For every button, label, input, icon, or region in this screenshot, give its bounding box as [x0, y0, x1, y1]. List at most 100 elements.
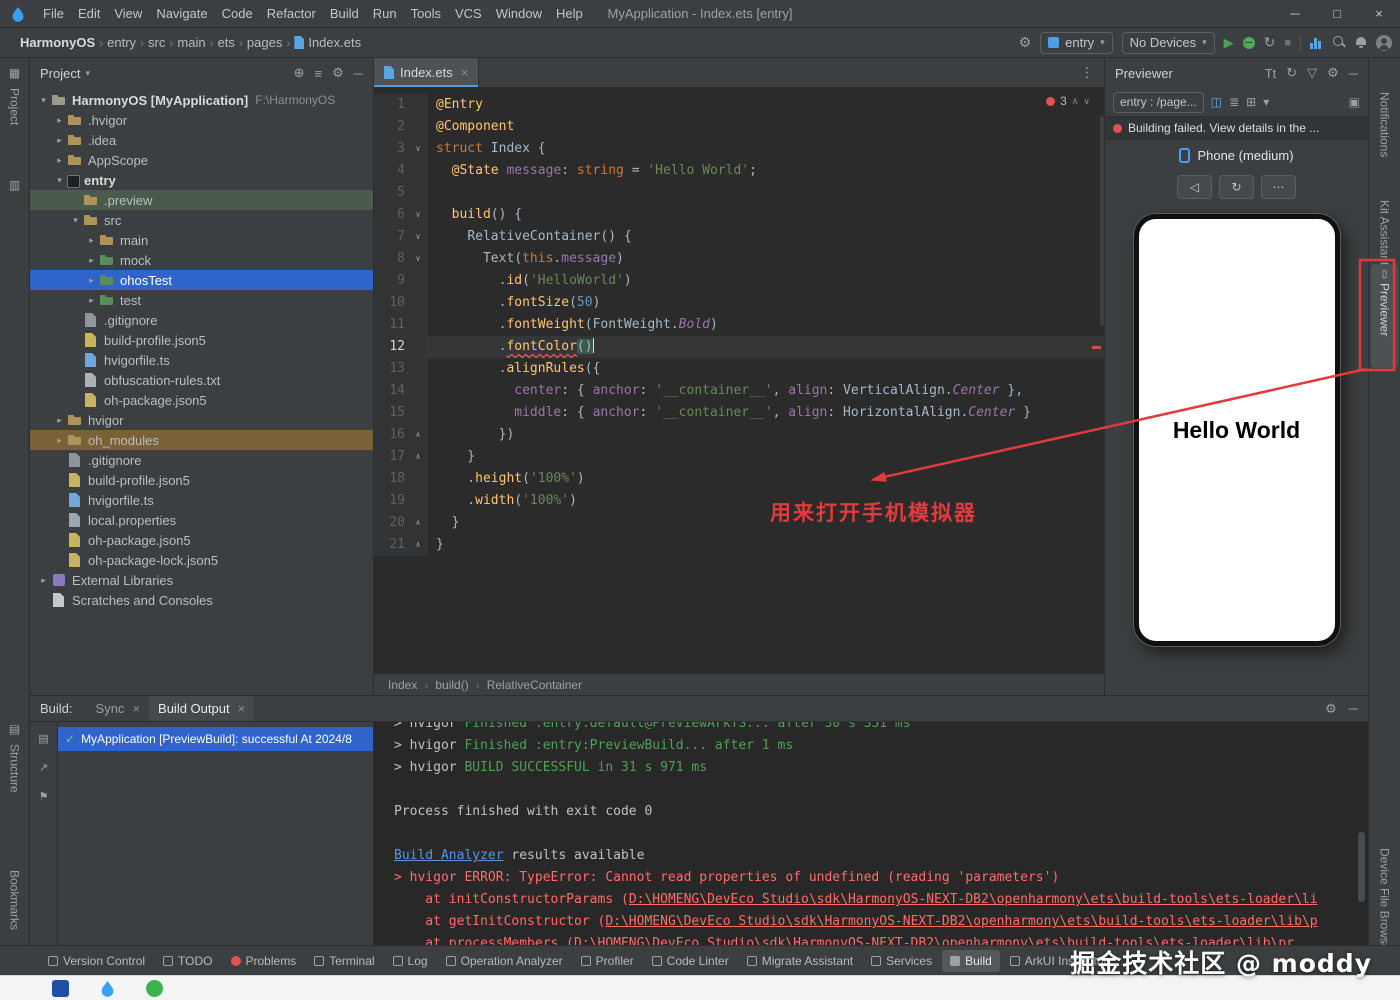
layers-icon[interactable]: ≣ — [1229, 95, 1239, 109]
tree-item-scratches-and-consoles[interactable]: Scratches and Consoles — [30, 590, 373, 610]
tree-toggle-icon[interactable]: ▸ — [52, 435, 67, 446]
tree-item-idea[interactable]: ▸ .idea — [30, 130, 373, 150]
structure-stripe-button[interactable]: Structure — [8, 744, 22, 793]
tree-toggle-icon[interactable]: ▸ — [52, 115, 67, 126]
status-terminal[interactable]: Terminal — [306, 950, 382, 972]
avatar[interactable] — [1376, 34, 1392, 51]
menu-view[interactable]: View — [107, 6, 149, 21]
tree-item-local-properties[interactable]: local.properties — [30, 510, 373, 530]
structure-strip-icon[interactable]: ▤ — [9, 722, 20, 736]
code-line-12[interactable]: 12 .fontColor() — [374, 336, 1104, 358]
code-line-2[interactable]: 2 @Component — [374, 116, 1104, 138]
tree-item-oh-modules[interactable]: ▸ oh_modules — [30, 430, 373, 450]
project-stripe-button[interactable]: Project — [8, 88, 22, 125]
next-error-icon[interactable]: ∨ — [1083, 96, 1090, 107]
notifications-bell-icon[interactable] — [1355, 36, 1367, 49]
tree-item-main[interactable]: ▸ main — [30, 230, 373, 250]
fold-marker-icon[interactable]: ∨ — [410, 138, 427, 160]
code-line-16[interactable]: 16 ∧ }) — [374, 424, 1104, 446]
breadcrumb-src[interactable]: src — [148, 35, 165, 50]
taskbar-green-icon[interactable] — [146, 979, 163, 997]
breadcrumb-struct[interactable]: Index — [388, 678, 417, 692]
menu-tools[interactable]: Tools — [404, 6, 448, 21]
breadcrumb-pages[interactable]: pages — [247, 35, 282, 50]
menu-vcs[interactable]: VCS — [448, 6, 489, 21]
filter-icon[interactable]: ▽ — [1307, 65, 1317, 81]
tree-item-gitignore[interactable]: .gitignore — [30, 450, 373, 470]
inspect-frame-icon[interactable]: ▣ — [1349, 95, 1360, 109]
device-file-browser-stripe-button[interactable]: Device File Browser — [1378, 848, 1392, 955]
taskbar-app-icon[interactable] — [52, 979, 69, 997]
maximize-button[interactable]: □ — [1316, 0, 1358, 28]
fold-marker-icon[interactable]: ∧ — [410, 512, 427, 534]
breadcrumb-harmonyos[interactable]: HarmonyOS — [20, 35, 95, 50]
grid-icon[interactable]: ⊞ — [1246, 95, 1256, 109]
debug-button[interactable] — [1242, 36, 1255, 49]
tree-toggle-icon[interactable]: ▸ — [52, 415, 67, 426]
tree-item-hvigorfile-ts[interactable]: hvigorfile.ts — [30, 350, 373, 370]
tree-toggle-icon[interactable]: ▾ — [36, 95, 51, 106]
status-log[interactable]: Log — [385, 950, 436, 972]
refresh-icon[interactable]: ↻ — [1286, 65, 1297, 81]
editor-options-icon[interactable]: ⋮ — [1070, 64, 1104, 81]
tab-sync[interactable]: Sync × — [87, 696, 150, 721]
previewer-settings-icon[interactable]: ⚙ — [1327, 65, 1339, 81]
taskbar-deveco-icon[interactable] — [99, 980, 116, 997]
close-button[interactable]: × — [1358, 0, 1400, 28]
code-line-5[interactable]: 5 — [374, 182, 1104, 204]
code-line-10[interactable]: 10 .fontSize(50) — [374, 292, 1104, 314]
close-tab-icon[interactable]: × — [461, 65, 469, 80]
collapse-all-icon[interactable]: ≡ — [315, 66, 323, 81]
code-line-18[interactable]: 18 .height('100%') — [374, 468, 1104, 490]
tree-toggle-icon[interactable]: ▸ — [84, 295, 99, 306]
tree-toggle-icon[interactable]: ▸ — [84, 235, 99, 246]
code-line-17[interactable]: 17 ∧ } — [374, 446, 1104, 468]
code-line-4[interactable]: 4 @State message: string = 'Hello World'… — [374, 160, 1104, 182]
menu-code[interactable]: Code — [215, 6, 260, 21]
code-area[interactable]: 1 @Entry 2 @Component 3 ∨ struct Index {4 @Sta… — [374, 88, 1104, 673]
build-failed-banner[interactable]: Building failed. View details in the ... — [1105, 116, 1368, 140]
prev-error-icon[interactable]: ∧ — [1072, 96, 1079, 107]
status-profiler[interactable]: Profiler — [573, 950, 642, 972]
pin-icon[interactable]: ⚑ — [39, 790, 49, 803]
menu-navigate[interactable]: Navigate — [149, 6, 214, 21]
breadcrumb-ets[interactable]: ets — [218, 35, 235, 50]
fold-marker-icon[interactable]: ∧ — [410, 446, 427, 468]
hide-previewer-icon[interactable]: ─ — [1349, 66, 1358, 81]
tree-item-oh-package-json5[interactable]: oh-package.json5 — [30, 530, 373, 550]
tree-item-src[interactable]: ▾ src — [30, 210, 373, 230]
tree-item-entry[interactable]: ▾ entry — [30, 170, 373, 190]
font-size-icon[interactable]: Tt — [1265, 66, 1277, 81]
tree-item-preview[interactable]: .preview — [30, 190, 373, 210]
multi-preview-icon[interactable]: ◫ — [1211, 95, 1222, 109]
minimize-button[interactable]: ─ — [1274, 0, 1316, 28]
tree-toggle-icon[interactable]: ▾ — [68, 215, 83, 226]
tree-toggle-icon[interactable]: ▸ — [36, 575, 51, 586]
stop-button[interactable]: ■ — [1284, 37, 1291, 49]
tree-item-external-libraries[interactable]: ▸ External Libraries — [30, 570, 373, 590]
locate-icon[interactable]: ⊕ — [294, 65, 305, 81]
run-config-select[interactable]: entry ▾ — [1040, 31, 1113, 54]
fold-marker-icon[interactable]: ∧ — [410, 534, 427, 556]
tree-toggle-icon[interactable]: ▸ — [84, 255, 99, 266]
code-line-9[interactable]: 9 .id('HelloWorld') — [374, 270, 1104, 292]
menu-file[interactable]: File — [36, 6, 71, 21]
tree-item-ohostest[interactable]: ▸ ohosTest — [30, 270, 373, 290]
code-line-21[interactable]: 21 ∧} — [374, 534, 1104, 556]
sync-icon[interactable]: ↻ — [1264, 34, 1276, 51]
panel-settings-icon[interactable]: ⚙ — [332, 65, 344, 81]
build-run-item[interactable]: ✓ MyApplication [PreviewBuild]: successf… — [58, 727, 373, 751]
tree-item-oh-package-json5[interactable]: oh-package.json5 — [30, 390, 373, 410]
rotate-button[interactable]: ↻ — [1219, 175, 1254, 199]
tree-item-test[interactable]: ▸ test — [30, 290, 373, 310]
export-icon[interactable]: ↗ — [39, 761, 48, 774]
tree-item-hvigor[interactable]: ▸ .hvigor — [30, 110, 373, 130]
kit-assistant-stripe-button[interactable]: Kit Assistant — [1378, 200, 1392, 265]
tree-item-build-profile-json5[interactable]: build-profile.json5 — [30, 330, 373, 350]
tree-item-oh-package-lock-json5[interactable]: oh-package-lock.json5 — [30, 550, 373, 570]
fold-marker-icon[interactable]: ∨ — [410, 226, 427, 248]
bookmarks-stripe-button[interactable]: Bookmarks — [8, 870, 22, 930]
build-settings-icon[interactable]: ⚙ — [1325, 701, 1337, 717]
tree-toggle-icon[interactable]: ▾ — [52, 175, 67, 186]
tab-build-output[interactable]: Build Output × — [149, 696, 255, 721]
